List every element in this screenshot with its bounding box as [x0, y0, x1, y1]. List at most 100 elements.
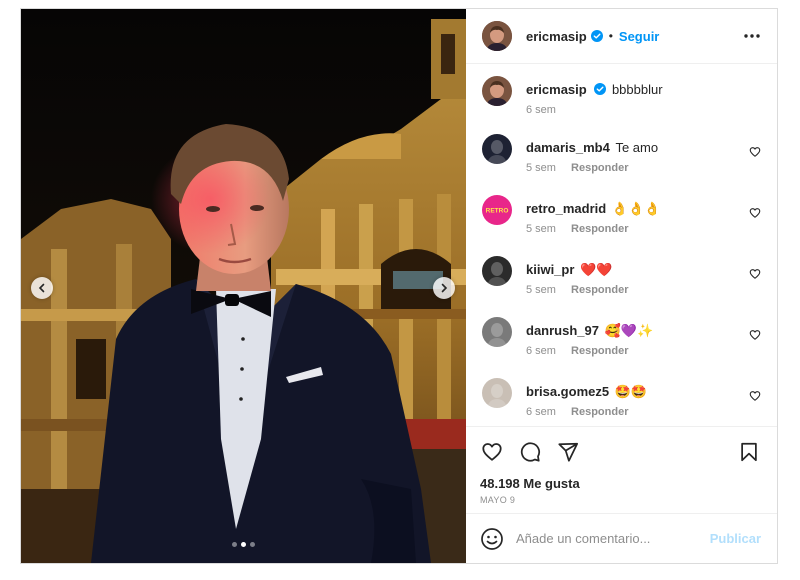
chevron-right-icon	[441, 283, 448, 293]
comment-icon	[520, 442, 541, 462]
commenter-username[interactable]: damaris_mb4	[526, 140, 610, 155]
carousel-dot	[241, 542, 246, 547]
commenter-avatar[interactable]	[482, 256, 512, 286]
post-actions: 48.198 Me gusta MAYO 9	[466, 426, 777, 505]
comment-item: danrush_97 🥰💜✨ 6 sem Responder	[482, 317, 761, 378]
post-media[interactable]	[21, 9, 466, 563]
like-button[interactable]	[480, 440, 504, 464]
comment-line: retro_madrid 👌👌👌	[526, 200, 739, 217]
comment-text: 🤩🤩	[614, 384, 648, 399]
chevron-left-icon	[38, 283, 45, 293]
reply-button[interactable]: Responder	[571, 162, 628, 174]
comment-like-button[interactable]	[739, 378, 761, 402]
comment-button[interactable]	[518, 440, 542, 464]
commenter-username[interactable]: brisa.gomez5	[526, 384, 609, 399]
post-side-panel: ericmasip • Seguir ericmasip bbbbblur 6 …	[466, 9, 777, 563]
emoji-icon	[481, 527, 503, 550]
header-separator: •	[608, 29, 613, 43]
commenter-avatar[interactable]	[482, 317, 512, 347]
comment-item: damaris_mb4 Te amo 5 sem Responder	[482, 134, 761, 195]
next-slide-button[interactable]	[433, 277, 455, 299]
verified-badge-icon	[594, 83, 607, 95]
comment-item: brisa.gomez5 🤩🤩 6 sem Responder	[482, 378, 761, 426]
comment-meta: 6 sem Responder	[526, 345, 739, 357]
comments-list[interactable]: ericmasip bbbbblur 6 sem damaris_mb4 Te …	[466, 64, 777, 426]
reply-button[interactable]: Responder	[571, 406, 628, 418]
author-username[interactable]: ericmasip	[526, 29, 587, 44]
comment-line: danrush_97 🥰💜✨	[526, 322, 739, 339]
commenter-avatar-image	[482, 317, 512, 347]
comment-time: 6 sem	[526, 406, 556, 418]
more-options-button[interactable]	[741, 25, 763, 47]
comment-body: retro_madrid 👌👌👌 5 sem Responder	[526, 195, 739, 235]
comment-item: kiiwi_pr ❤️❤️ 5 sem Responder	[482, 256, 761, 317]
likes-count[interactable]: 48.198 Me gusta	[480, 476, 761, 491]
commenter-username[interactable]: danrush_97	[526, 323, 599, 338]
publish-button[interactable]: Publicar	[710, 531, 761, 546]
commenter-avatar[interactable]	[482, 134, 512, 164]
commenter-avatar[interactable]	[482, 378, 512, 408]
heart-icon	[749, 391, 761, 401]
heart-icon	[749, 330, 761, 340]
share-icon	[558, 442, 579, 462]
caption-line: ericmasip bbbbblur	[526, 81, 761, 98]
post-date: MAYO 9	[480, 495, 516, 505]
reply-button[interactable]: Responder	[571, 345, 628, 357]
comment-text: ❤️❤️	[580, 262, 613, 277]
post-header: ericmasip • Seguir	[466, 9, 777, 64]
comment-like-button[interactable]	[739, 317, 761, 341]
heart-icon	[749, 147, 761, 157]
reply-button[interactable]: Responder	[571, 284, 628, 296]
comment-text: 🥰💜✨	[604, 323, 654, 338]
comment-body: kiiwi_pr ❤️❤️ 5 sem Responder	[526, 256, 739, 296]
save-button[interactable]	[737, 440, 761, 464]
comment-line: brisa.gomez5 🤩🤩	[526, 383, 739, 400]
comment-line: kiiwi_pr ❤️❤️	[526, 261, 739, 278]
comment-text: 👌👌👌	[611, 201, 661, 216]
caption-username[interactable]: ericmasip	[526, 82, 587, 97]
comment-time: 5 sem	[526, 223, 556, 235]
heart-icon	[749, 208, 761, 218]
comment-item: RETRO retro_madrid 👌👌👌 5 sem Responder	[482, 195, 761, 256]
post-photo	[21, 9, 466, 563]
emoji-button[interactable]	[480, 527, 504, 551]
post-modal: ericmasip • Seguir ericmasip bbbbblur 6 …	[20, 8, 778, 564]
comment-like-button[interactable]	[739, 195, 761, 219]
caption-avatar[interactable]	[482, 76, 512, 106]
comment-meta: 5 sem Responder	[526, 284, 739, 296]
carousel-dot	[232, 542, 237, 547]
commenter-avatar-image	[482, 378, 512, 408]
comment-input[interactable]	[516, 531, 710, 546]
comment-meta: 6 sem Responder	[526, 406, 739, 418]
author-avatar-image	[482, 21, 512, 51]
caption-body: ericmasip bbbbblur 6 sem	[526, 76, 761, 116]
comment-like-button[interactable]	[739, 134, 761, 158]
comment-time: 5 sem	[526, 162, 556, 174]
comment-time: 5 sem	[526, 284, 556, 296]
author-avatar[interactable]	[482, 21, 512, 51]
caption-meta: 6 sem	[526, 104, 761, 116]
caption-time: 6 sem	[526, 104, 556, 116]
follow-button[interactable]: Seguir	[619, 29, 659, 44]
commenter-username[interactable]: retro_madrid	[526, 201, 606, 216]
post-caption: ericmasip bbbbblur 6 sem	[482, 76, 761, 116]
commenter-avatar-image	[482, 256, 512, 286]
more-dots-icon	[744, 34, 760, 38]
reply-button[interactable]: Responder	[571, 223, 628, 235]
verified-badge-icon	[590, 30, 603, 42]
heart-icon	[482, 443, 502, 461]
comment-meta: 5 sem Responder	[526, 223, 739, 235]
comment-composer: Publicar	[466, 513, 777, 563]
commenter-avatar[interactable]: RETRO	[482, 195, 512, 225]
bookmark-icon	[741, 442, 757, 462]
carousel-indicator	[21, 542, 466, 547]
caption-avatar-image	[482, 76, 512, 106]
avatar-initials: RETRO	[486, 208, 509, 215]
comment-meta: 5 sem Responder	[526, 162, 739, 174]
commenter-username[interactable]: kiiwi_pr	[526, 262, 574, 277]
previous-slide-button[interactable]	[31, 277, 53, 299]
caption-text: bbbbblur	[611, 82, 663, 97]
comment-like-button[interactable]	[739, 256, 761, 280]
comment-body: damaris_mb4 Te amo 5 sem Responder	[526, 134, 739, 174]
share-button[interactable]	[556, 440, 580, 464]
